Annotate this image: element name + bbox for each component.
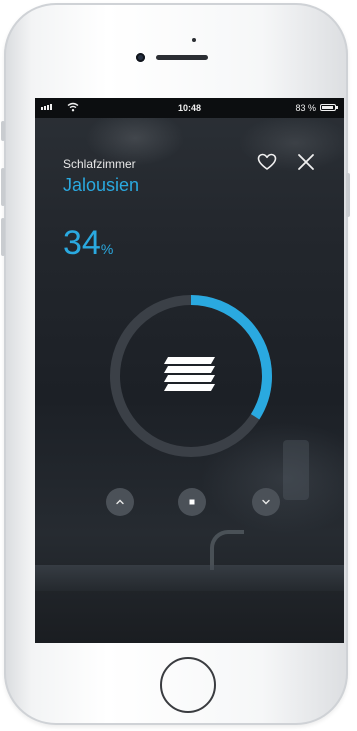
blinds-stop-button[interactable] [178,488,206,516]
heart-icon[interactable] [256,151,278,173]
battery-percentage: 83 % [295,103,316,113]
phone-frame: 10:48 83 % Schlafzimmer Jalousien 34% [1,3,350,725]
sensor-dot [192,38,196,42]
blinds-down-button[interactable] [252,488,280,516]
position-unit: % [100,241,114,257]
device-name: Jalousien [63,175,140,195]
screen: 10:48 83 % Schlafzimmer Jalousien 34% [35,98,344,643]
stop-icon [189,499,195,505]
volume-down-button [1,218,5,256]
background-faucet [210,530,244,570]
blinds-up-button[interactable] [106,488,134,516]
volume-up-button [1,168,5,206]
status-bar: 10:48 83 % [35,98,344,118]
battery-icon [320,104,338,111]
chevron-up-icon [116,499,124,505]
close-icon[interactable] [295,151,317,173]
power-button [346,173,350,217]
background-appliance [283,440,309,500]
front-camera [136,53,145,62]
room-name: Schlafzimmer [63,157,136,171]
chevron-down-icon [262,499,270,505]
earpiece-speaker [156,55,208,60]
mute-switch [1,121,5,141]
background-counter [35,565,344,591]
home-button[interactable] [160,657,216,713]
position-value: 34 [63,224,101,262]
position-dial[interactable] [106,291,276,461]
blinds-icon [164,357,215,391]
position-percentage: 34% [63,224,113,263]
